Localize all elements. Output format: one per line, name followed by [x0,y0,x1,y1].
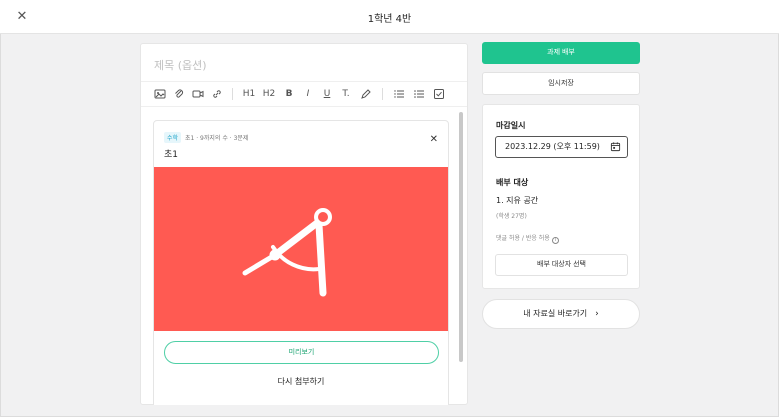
target-label: 배부 대상 [496,178,529,187]
heading2-button[interactable]: H2 [262,87,276,101]
attachment-card: 수학 초1 · 9까지의 수 · 3문제 초1 ✕ 미리보기 다시 첨부하기 [153,120,449,405]
attachment-thumbnail [154,167,448,331]
deadline-value: 2023.12.29 (오후 11:59) [505,142,600,151]
top-bar: ✕ 1학년 4반 [0,0,779,34]
info-icon[interactable]: i [551,237,559,244]
highlight-icon[interactable] [359,87,373,101]
toolbar-divider [382,88,383,100]
page-title: 1학년 4반 [367,14,412,25]
editor-content: 수학 초1 · 9까지의 수 · 3문제 초1 ✕ 미리보기 다시 첨부하기 [141,108,467,405]
target-count: (학생 27명) [496,213,527,220]
ordered-list-icon[interactable] [392,87,406,101]
target-name: 1. 지유 공간 [496,196,539,205]
editor-panel: 제목 (옵션) H1 H2 B I U T. 수학 초1 · 9까지의 수 · … [140,43,468,405]
video-icon[interactable] [191,87,205,101]
calendar-icon [610,142,621,152]
attach-icon[interactable] [172,87,186,101]
deadline-label: 마감일시 [496,121,526,130]
image-icon[interactable] [153,87,167,101]
heading1-button[interactable]: H1 [242,87,256,101]
reattach-link[interactable]: 다시 첨부하기 [154,376,448,387]
toolbar-divider [232,88,233,100]
title-input[interactable]: 제목 (옵션) [154,57,207,73]
deadline-field[interactable]: 2023.12.29 (오후 11:59) [495,136,628,158]
italic-button[interactable]: I [301,87,315,101]
editor-toolbar: H1 H2 B I U T. [141,81,467,107]
preview-button[interactable]: 미리보기 [164,341,439,364]
underline-button[interactable]: U [320,87,334,101]
select-target-button[interactable]: 배부 대상자 선택 [495,254,628,276]
bullet-list-icon[interactable] [412,87,426,101]
checklist-icon[interactable] [432,87,446,101]
attachment-title: 초1 [164,150,179,160]
my-library-shortcut-button[interactable]: 내 자료실 바로가기 › [482,299,640,329]
attachment-meta: 초1 · 9까지의 수 · 3문제 [185,135,249,142]
chevron-right-icon: › [595,309,599,319]
remove-attachment-icon[interactable]: ✕ [430,134,438,145]
scrollbar[interactable] [459,112,463,362]
assign-button[interactable]: 과제 배부 [482,42,640,64]
permission-text: 댓글 허용 / 반응 허용 i [496,233,559,244]
text-style-button[interactable]: T. [339,87,353,101]
compass-icon [242,208,332,297]
bold-button[interactable]: B [282,87,296,101]
subject-tag: 수학 [164,132,182,143]
save-draft-button[interactable]: 임시저장 [482,72,640,95]
settings-panel: 마감일시 2023.12.29 (오후 11:59) 배부 대상 1. 지유 공… [482,104,640,289]
link-icon[interactable] [210,87,224,101]
